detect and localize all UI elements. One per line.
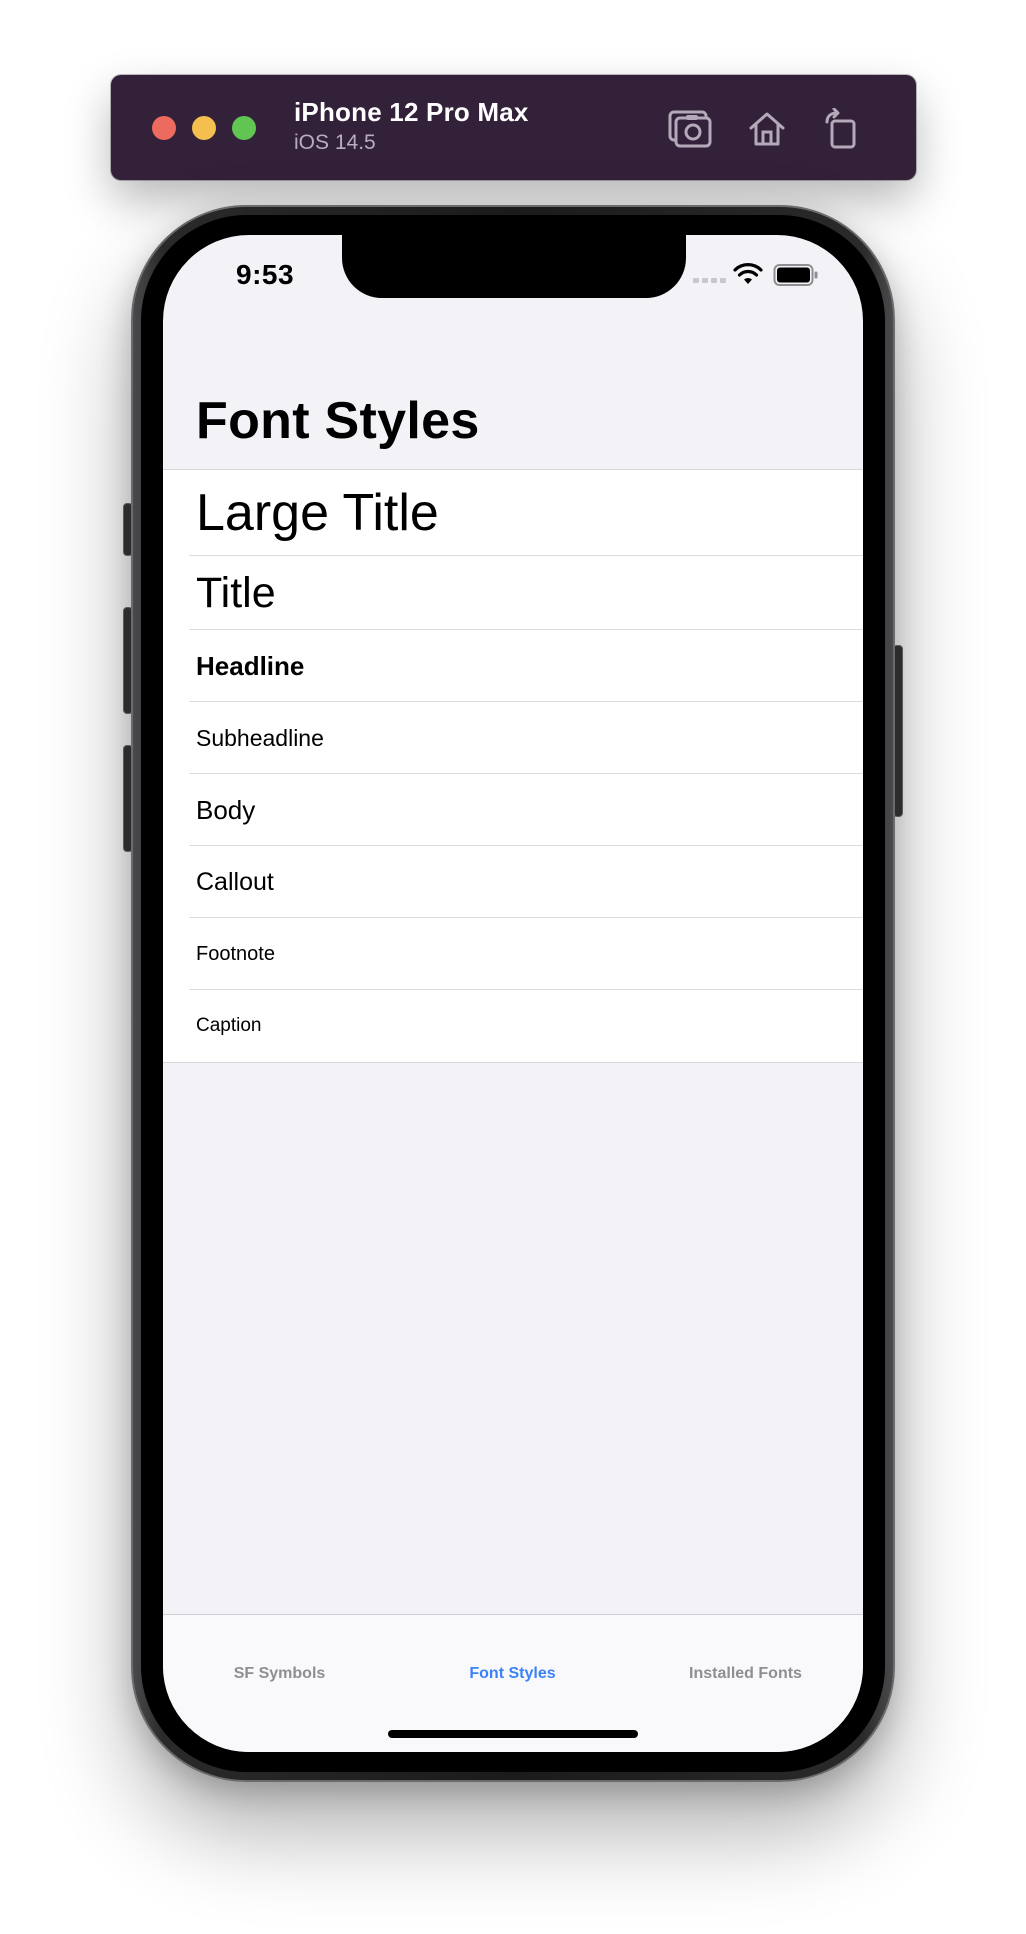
list-item-body[interactable]: Body (163, 774, 863, 846)
list-item-label: Body (196, 794, 256, 825)
list-item-label: Large Title (196, 484, 439, 542)
device-screen: 9:53 Font Styles Large Title Title Headl… (163, 235, 863, 1752)
home-button[interactable] (743, 105, 791, 153)
list-item-label: Footnote (196, 942, 275, 965)
tab-font-styles[interactable]: Font Styles (396, 1665, 629, 1683)
list-item-label: Caption (196, 1015, 262, 1036)
os-version: iOS 14.5 (294, 131, 376, 154)
cellular-signal-icon (693, 278, 726, 283)
device-name: iPhone 12 Pro Max (294, 97, 529, 127)
list-item-label: Callout (196, 867, 274, 896)
home-indicator[interactable] (388, 1730, 638, 1738)
rotate-button[interactable] (817, 105, 865, 153)
list-item-label: Title (196, 568, 276, 617)
list-item-footnote[interactable]: Footnote (163, 918, 863, 990)
close-window-button[interactable] (152, 116, 176, 140)
notch (342, 235, 686, 298)
list-item-callout[interactable]: Callout (163, 846, 863, 918)
zoom-window-button[interactable] (232, 116, 256, 140)
wifi-icon (733, 263, 763, 284)
simulator-toolbar: iPhone 12 Pro Max iOS 14.5 (111, 75, 916, 180)
screenshot-icon (668, 110, 712, 148)
minimize-window-button[interactable] (192, 116, 216, 140)
list-item-large-title[interactable]: Large Title (163, 470, 863, 556)
status-time: 9:53 (236, 259, 295, 290)
page-title: Font Styles (196, 392, 480, 450)
list-item-caption[interactable]: Caption (163, 990, 863, 1062)
rotate-icon (825, 108, 856, 149)
screenshot-button[interactable] (666, 105, 714, 153)
tab-sf-symbols[interactable]: SF Symbols (163, 1665, 396, 1683)
font-styles-list: Large Title Title Headline Subheadline B… (163, 469, 863, 1063)
list-item-subheadline[interactable]: Subheadline (163, 702, 863, 774)
list-item-label: Subheadline (196, 724, 324, 751)
list-item-headline[interactable]: Headline (163, 630, 863, 702)
tab-installed-fonts[interactable]: Installed Fonts (629, 1665, 862, 1683)
battery-icon (773, 264, 818, 286)
home-icon (749, 112, 785, 146)
list-item-label: Headline (196, 650, 305, 681)
list-item-title[interactable]: Title (163, 556, 863, 630)
